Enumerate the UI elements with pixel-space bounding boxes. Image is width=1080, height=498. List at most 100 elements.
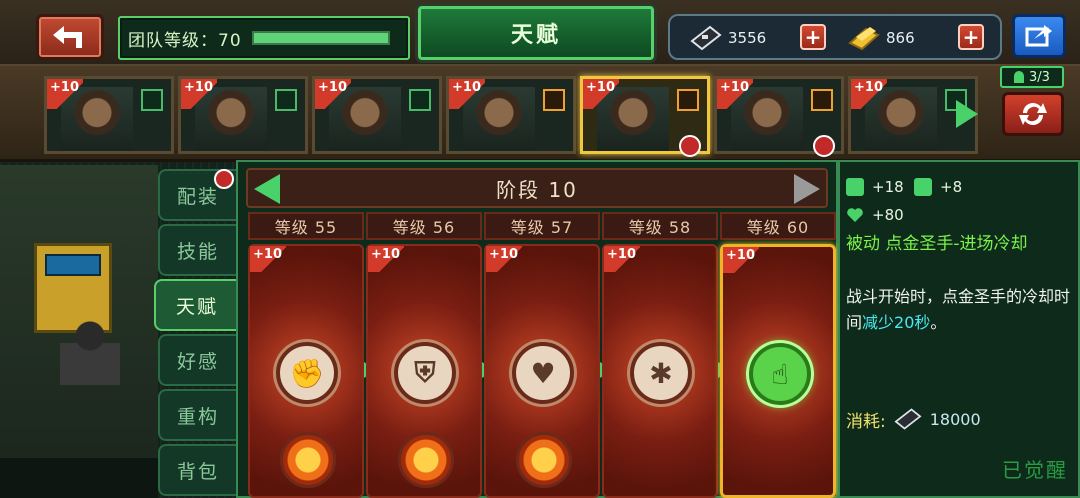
side-tab-label: 天赋 (175, 295, 218, 318)
talent-detail-panel: +18 +8 +80 被动 点金圣手-进场冷却 战斗开始时，点金圣手的冷却时间减… (838, 160, 1080, 498)
back-button[interactable] (36, 14, 104, 60)
cost-value: 18000 (929, 409, 981, 429)
share-button[interactable] (1012, 14, 1066, 58)
awakened-status: 已觉醒 (1002, 458, 1068, 482)
deploy-arrow-icon (677, 89, 699, 111)
next-stage-arrow-icon[interactable] (794, 174, 820, 204)
person-icon (275, 89, 297, 111)
hero-upgrade-badge: +10 (449, 79, 485, 109)
heart-icon[interactable] (516, 432, 572, 488)
talent-level-column[interactable]: 等级 57 +10 ♥ (484, 212, 600, 498)
talent-level-label: 等级 55 (248, 212, 364, 240)
talent-card[interactable]: +10 ✱ (602, 244, 718, 498)
desc-highlight: 减少20秒 (862, 313, 931, 332)
hero-card[interactable]: +10 (714, 76, 844, 157)
deploy-arrow-icon (811, 89, 833, 111)
share-icon (1025, 25, 1052, 47)
cycle-arrows-icon (1019, 103, 1047, 125)
side-tab-label: 背包 (176, 460, 219, 483)
deploy-arrow-icon (543, 89, 565, 111)
shield-icon[interactable]: ⛨ (394, 342, 456, 404)
hero-card[interactable]: +10 (312, 76, 442, 154)
prev-stage-arrow-icon[interactable] (254, 174, 280, 204)
side-tab[interactable]: 好感 (158, 334, 236, 386)
hero-upgrade-label: +10 (720, 80, 749, 95)
talent-upgrade-label: +10 (489, 247, 518, 262)
hero-upgrade-label: +10 (586, 80, 615, 95)
hero-card[interactable]: +10 (178, 76, 308, 154)
side-tab[interactable]: 配装 (158, 169, 236, 221)
person-icon (141, 89, 163, 111)
side-tab[interactable]: 背包 (158, 444, 236, 496)
recycle-icon (846, 178, 864, 196)
talent-upgrade-label: +10 (253, 247, 282, 262)
gold-count: 866 (886, 29, 915, 47)
side-tab[interactable]: 天赋 (154, 279, 238, 331)
hero-upgrade-badge: +10 (851, 79, 887, 109)
hero-character (60, 315, 120, 385)
chip-currency-icon (690, 25, 722, 51)
skill-name: 被动 点金圣手-进场冷却 (846, 234, 1028, 254)
talent-card[interactable]: +10 ☝ (720, 244, 836, 498)
hero-card[interactable]: +10 (580, 76, 710, 157)
side-tab[interactable]: 重构 (158, 389, 236, 441)
talent-level-column[interactable]: 等级 55 +10 ✊ (248, 212, 364, 498)
hero-upgrade-label: +10 (318, 80, 347, 95)
team-count: 3/3 (1029, 69, 1050, 85)
notification-badge-icon (214, 169, 234, 189)
person-icon (409, 89, 431, 111)
hero-upgrade-badge: +10 (583, 79, 619, 109)
talent-upgrade-label: +10 (371, 247, 400, 262)
add-gems-button[interactable]: + (800, 24, 826, 50)
roster-next-arrow-icon[interactable] (956, 100, 978, 128)
golden-hand-icon[interactable]: ☝ (749, 343, 811, 405)
talent-card[interactable]: +10 ⛨ (366, 244, 482, 498)
talent-level-column[interactable]: 等级 56 +10 ⛨ (366, 212, 482, 498)
hero-upgrade-badge: +10 (181, 79, 217, 109)
side-tab[interactable]: 技能 (158, 224, 236, 276)
talent-upgrade-badge: +10 (723, 247, 759, 273)
talent-card[interactable]: +10 ♥ (484, 244, 600, 498)
talent-upgrade-badge: +10 (368, 246, 404, 272)
chip-currency-icon (894, 408, 922, 430)
side-tab-label: 重构 (176, 405, 219, 428)
hero-roster: +10 +10 +10 +10 +10 +10 +10 (0, 66, 1080, 162)
cost-row: 消耗: 18000 (846, 406, 981, 432)
armor-icon (914, 178, 932, 196)
heart-icon[interactable]: ♥ (512, 342, 574, 404)
page-title: 天赋 (510, 23, 561, 48)
talent-card[interactable]: +10 ✊ (248, 244, 364, 498)
hero-upgrade-label: +10 (184, 80, 213, 95)
fist-icon[interactable]: ✊ (276, 342, 338, 404)
sun-icon[interactable] (398, 432, 454, 488)
stage-label: 阶段 10 (496, 177, 578, 202)
hero-upgrade-label: +10 (50, 80, 79, 95)
arm-icon[interactable] (280, 432, 336, 488)
hero-card[interactable]: +10 (446, 76, 576, 154)
burst-icon[interactable]: ✱ (630, 342, 692, 404)
atm-screen (45, 254, 101, 276)
talent-level-column[interactable]: 等级 60 +10 ☝ (720, 212, 836, 498)
talent-level-label: 等级 56 (366, 212, 482, 240)
swap-hero-button[interactable] (1002, 92, 1064, 136)
notification-badge-icon (679, 135, 701, 157)
hero-upgrade-badge: +10 (717, 79, 753, 109)
talent-level-label: 等级 58 (602, 212, 718, 240)
talent-level-column[interactable]: 等级 58 +10 ✱ (602, 212, 718, 498)
talent-upgrade-badge: +10 (486, 246, 522, 272)
talent-panel: 阶段 10 等级 55 +10 ✊ 等级 56 +10 ⛨ 等级 57 +10 ♥ 等级 58 +1… (236, 160, 838, 498)
team-level-box: 团队等级：70 (118, 16, 410, 60)
skill-description: 战斗开始时，点金圣手的冷却时间减少20秒。 (846, 284, 1076, 336)
gold-resource: 866 (846, 22, 915, 54)
talent-upgrade-badge: +10 (604, 246, 640, 272)
hero-upgrade-label: +10 (452, 80, 481, 95)
hero-upgrade-label: +10 (854, 80, 883, 95)
desc-suffix: 。 (930, 313, 947, 332)
stat-hp: +80 (846, 206, 904, 224)
hero-card[interactable]: +10 (44, 76, 174, 154)
add-gold-button[interactable]: + (958, 24, 984, 50)
team-level-progress-bar (251, 31, 390, 45)
stat-defense-value: +8 (940, 178, 963, 196)
top-bar: 团队等级：70 天赋 3556 + 866 + (0, 0, 1080, 66)
team-level-label: 团队等级：70 (128, 30, 242, 51)
